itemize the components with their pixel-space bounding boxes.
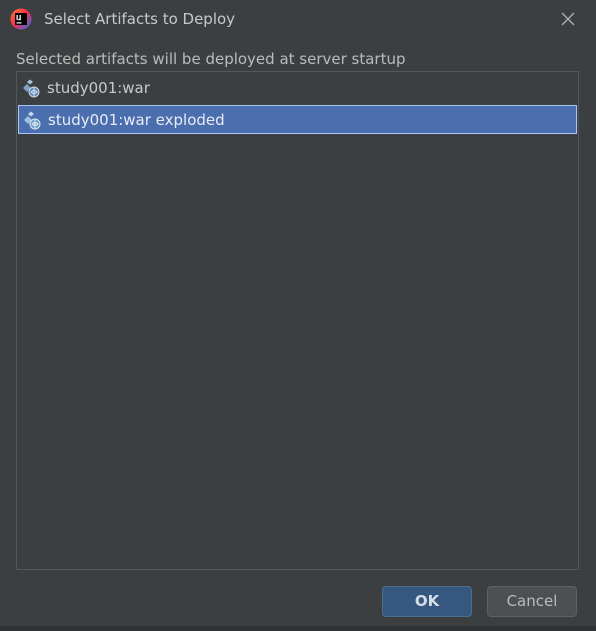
list-item-study001-war[interactable]: study001:war	[18, 74, 577, 103]
list-item-study001-war-exploded[interactable]: study001:war exploded	[18, 105, 577, 134]
close-icon[interactable]	[558, 9, 578, 29]
dialog-title: Select Artifacts to Deploy	[44, 10, 236, 28]
select-artifacts-dialog: Select Artifacts to Deploy Selected arti…	[0, 0, 596, 631]
war-artifact-icon	[22, 111, 42, 131]
intellij-idea-icon	[10, 8, 32, 30]
dialog-titlebar: Select Artifacts to Deploy	[0, 0, 596, 38]
ok-button[interactable]: OK	[382, 586, 472, 617]
artifact-list[interactable]: study001:war study001:war exploded	[16, 71, 579, 570]
artifact-label: study001:war exploded	[48, 111, 225, 129]
dialog-description: Selected artifacts will be deployed at s…	[16, 50, 406, 68]
artifact-label: study001:war	[47, 79, 150, 97]
window-edge	[0, 626, 596, 631]
war-artifact-icon	[21, 79, 41, 99]
cancel-button[interactable]: Cancel	[487, 586, 577, 617]
